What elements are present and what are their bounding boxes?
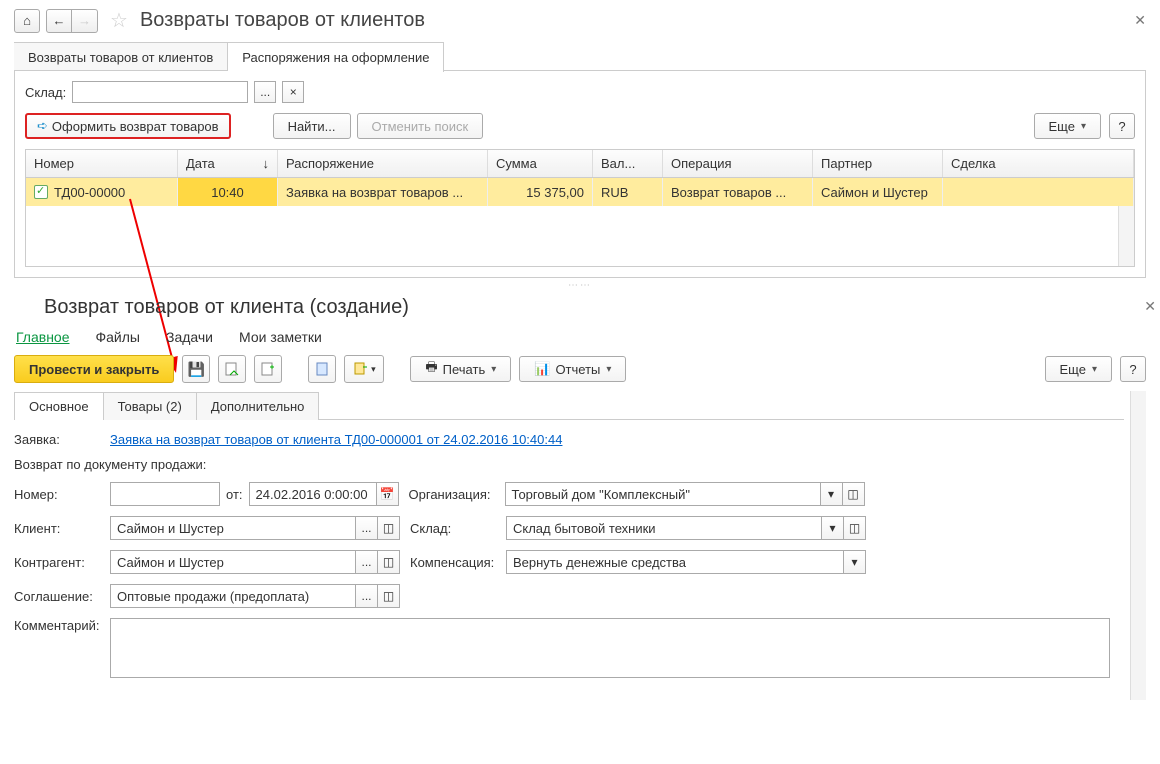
navtab-files[interactable]: Файлы bbox=[96, 329, 140, 345]
form-help-button[interactable]: ? bbox=[1120, 356, 1146, 382]
date-input[interactable]: 24.02.2016 0:00:00 bbox=[249, 482, 377, 506]
based-on-dropdown[interactable]: ▾ bbox=[344, 355, 384, 383]
request-label: Заявка: bbox=[14, 432, 110, 447]
from-label: от: bbox=[226, 487, 243, 502]
compensation-dropdown-button[interactable]: ▾ bbox=[844, 550, 866, 574]
table-row[interactable]: ТД00-00000 10:40 Заявка на возврат товар… bbox=[26, 178, 1134, 206]
org-open-button[interactable]: ◫ bbox=[843, 482, 865, 506]
structure-icon[interactable] bbox=[308, 355, 336, 383]
save-icon[interactable]: 💾 bbox=[182, 355, 210, 383]
post-and-close-button[interactable]: Провести и закрыть bbox=[14, 355, 174, 383]
orders-table: Номер Дата ↓ Распоряжение Сумма Вал... О… bbox=[25, 149, 1135, 267]
arrow-right-icon: ➪ bbox=[37, 118, 48, 134]
post-icon[interactable] bbox=[218, 355, 246, 383]
client-select-button[interactable]: ... bbox=[356, 516, 378, 540]
request-link[interactable]: Заявка на возврат товаров от клиента ТД0… bbox=[110, 432, 562, 447]
tab-orders[interactable]: Распоряжения на оформление bbox=[228, 42, 444, 72]
close-form-icon[interactable]: ✕ bbox=[1144, 298, 1156, 315]
warehouse-dropdown-button[interactable]: ▾ bbox=[822, 516, 844, 540]
org-dropdown-button[interactable]: ▾ bbox=[821, 482, 843, 506]
create-based-icon[interactable] bbox=[254, 355, 282, 383]
col-sum[interactable]: Сумма bbox=[488, 150, 593, 177]
create-return-button[interactable]: ➪ Оформить возврат товаров bbox=[25, 113, 231, 139]
find-button[interactable]: Найти... bbox=[273, 113, 351, 139]
reports-button[interactable]: 📊 Отчеты bbox=[519, 356, 626, 382]
form-more-button[interactable]: Еще bbox=[1045, 356, 1112, 382]
ftab-goods[interactable]: Товары (2) bbox=[103, 392, 197, 420]
vertical-scrollbar[interactable] bbox=[1118, 206, 1134, 266]
col-partner[interactable]: Партнер bbox=[813, 150, 943, 177]
col-order[interactable]: Распоряжение bbox=[278, 150, 488, 177]
client-label: Клиент: bbox=[14, 521, 110, 536]
comment-label: Комментарий: bbox=[14, 618, 110, 633]
number-input[interactable] bbox=[110, 482, 220, 506]
print-button[interactable]: 🖶 Печать bbox=[410, 356, 511, 382]
home-button[interactable]: ⌂ bbox=[14, 9, 40, 33]
top-toolbar: ⌂ ← → ☆ Возвраты товаров от клиентов ✕ bbox=[0, 0, 1160, 41]
compensation-label: Компенсация: bbox=[410, 555, 506, 570]
col-operation[interactable]: Операция bbox=[663, 150, 813, 177]
col-deal[interactable]: Сделка bbox=[943, 150, 1134, 177]
date-picker-button[interactable]: 📅 bbox=[377, 482, 399, 506]
contragent-open-button[interactable]: ◫ bbox=[378, 550, 400, 574]
navtab-main[interactable]: Главное bbox=[16, 329, 70, 345]
page-title: Возвраты товаров от клиентов bbox=[140, 9, 425, 32]
comment-input[interactable] bbox=[110, 618, 1110, 678]
warehouse-open-button[interactable]: ◫ bbox=[844, 516, 866, 540]
org-label: Организация: bbox=[409, 487, 505, 502]
sort-down-icon: ↓ bbox=[263, 156, 270, 171]
ftab-additional[interactable]: Дополнительно bbox=[196, 392, 320, 420]
agreement-select-button[interactable]: ... bbox=[356, 584, 378, 608]
warehouse-input[interactable]: Склад бытовой техники bbox=[506, 516, 822, 540]
contragent-select-button[interactable]: ... bbox=[356, 550, 378, 574]
col-number[interactable]: Номер bbox=[26, 150, 178, 177]
warehouse-select-button[interactable]: ... bbox=[254, 81, 276, 103]
client-input[interactable]: Саймон и Шустер bbox=[110, 516, 356, 540]
agreement-input[interactable]: Оптовые продажи (предоплата) bbox=[110, 584, 356, 608]
form-scrollbar[interactable] bbox=[1130, 391, 1146, 700]
form-title: Возврат товаров от клиента (создание) bbox=[44, 296, 1146, 319]
help-button[interactable]: ? bbox=[1109, 113, 1135, 139]
warehouse-label: Склад: bbox=[410, 521, 506, 536]
agreement-open-button[interactable]: ◫ bbox=[378, 584, 400, 608]
agreement-label: Соглашение: bbox=[14, 589, 110, 604]
client-open-button[interactable]: ◫ bbox=[378, 516, 400, 540]
org-input[interactable]: Торговый дом "Комплексный" bbox=[505, 482, 821, 506]
ftab-main[interactable]: Основное bbox=[14, 392, 104, 420]
warehouse-clear-button[interactable]: × bbox=[282, 81, 304, 103]
warehouse-filter-input[interactable] bbox=[72, 81, 248, 103]
more-button[interactable]: Еще bbox=[1034, 113, 1101, 139]
document-icon bbox=[34, 185, 48, 199]
return-form-panel: ✕ Возврат товаров от клиента (создание) … bbox=[0, 296, 1160, 700]
number-label: Номер: bbox=[14, 487, 110, 502]
orders-panel: Склад: ... × ➪ Оформить возврат товаров … bbox=[14, 70, 1146, 278]
printer-icon: 🖶 bbox=[425, 358, 437, 380]
back-button[interactable]: ← bbox=[46, 9, 72, 33]
col-date[interactable]: Дата ↓ bbox=[178, 150, 278, 177]
navtab-notes[interactable]: Мои заметки bbox=[239, 329, 322, 345]
favorite-icon[interactable]: ☆ bbox=[110, 8, 128, 33]
reports-icon: 📊 bbox=[534, 361, 550, 377]
contragent-input[interactable]: Саймон и Шустер bbox=[110, 550, 356, 574]
compensation-input[interactable]: Вернуть денежные средства bbox=[506, 550, 844, 574]
return-by-doc-label: Возврат по документу продажи: bbox=[14, 457, 206, 472]
close-icon[interactable]: ✕ bbox=[1134, 12, 1146, 29]
navtab-tasks[interactable]: Задачи bbox=[166, 329, 213, 345]
forward-button[interactable]: → bbox=[72, 9, 98, 33]
col-currency[interactable]: Вал... bbox=[593, 150, 663, 177]
warehouse-filter-label: Склад: bbox=[25, 85, 66, 100]
splitter[interactable]: ⋯⋯ bbox=[0, 278, 1160, 292]
cancel-search-button[interactable]: Отменить поиск bbox=[357, 113, 484, 139]
tab-returns[interactable]: Возвраты товаров от клиентов bbox=[14, 42, 228, 72]
contragent-label: Контрагент: bbox=[14, 555, 110, 570]
